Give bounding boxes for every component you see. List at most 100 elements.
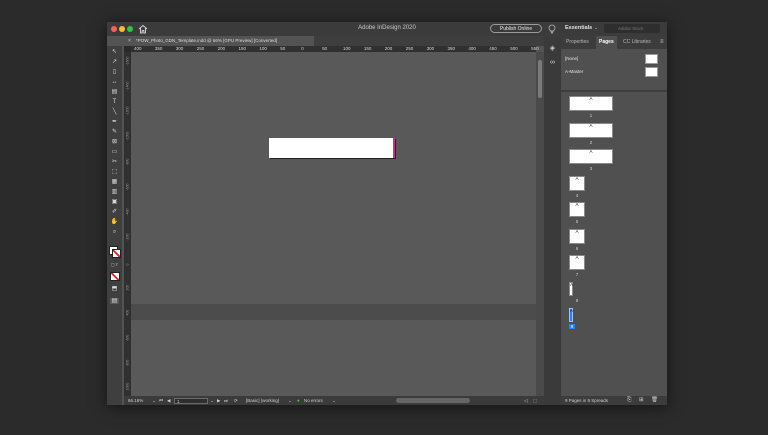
screen-mode-icon[interactable]: ⬒ — [110, 286, 119, 292]
preflight-profile[interactable]: [Basic] (working) — [246, 396, 279, 405]
pen-tool-icon[interactable]: ✒ — [110, 119, 119, 125]
indesign-window: Adobe InDesign 2020 Publish Online Essen… — [107, 22, 667, 405]
line-tool-icon[interactable]: ╲ — [110, 109, 119, 115]
type-tool-icon[interactable]: T — [110, 99, 119, 105]
ruler-tick-label: 0 — [125, 263, 130, 266]
page-thumbnail[interactable]: A — [569, 175, 585, 191]
chevron-down-icon[interactable]: ⌄ — [332, 396, 336, 405]
previous-page-icon[interactable]: ◀ — [167, 396, 170, 405]
page-thumbnail[interactable]: A — [569, 202, 585, 217]
selection-tool-icon[interactable]: ↖ — [110, 49, 119, 55]
free-transform-tool-icon[interactable]: ⬚ — [110, 169, 119, 175]
close-icon[interactable]: × — [128, 36, 131, 46]
master-a[interactable]: A-Master — [561, 66, 667, 78]
page-master-letter: A — [575, 228, 579, 234]
tab-properties[interactable]: Properties — [563, 36, 592, 49]
page-thumbnail[interactable]: A — [569, 149, 613, 164]
hand-tool-icon[interactable]: ✋ — [110, 219, 119, 225]
ruler-tick-label: -800 — [125, 158, 130, 166]
stroke-swatch[interactable] — [112, 249, 121, 258]
preflight-ok-icon: ● — [297, 398, 300, 403]
page-1[interactable] — [269, 138, 395, 158]
zoom-level[interactable]: 66.16% — [128, 396, 143, 405]
master-none[interactable]: [None] — [561, 53, 667, 65]
master-a-thumb[interactable] — [645, 67, 658, 77]
panel-dock: ◈ ∞ — [544, 36, 561, 405]
page-number-label: 6 — [575, 245, 579, 251]
gap-tool-icon[interactable]: ↔ — [110, 79, 119, 85]
ruler-tick-label: 800 — [125, 359, 130, 366]
fill-stroke-swatch[interactable] — [109, 246, 121, 258]
horizontal-scrollbar[interactable] — [396, 398, 470, 403]
gradient-swatch-tool-icon[interactable]: ▦ — [110, 179, 119, 185]
vertical-scroll-thumb[interactable] — [538, 60, 542, 98]
ruler-tick-label: -1400 — [125, 81, 130, 91]
note-tool-icon[interactable]: ▣ — [110, 199, 119, 205]
direct-selection-tool-icon[interactable]: ↗ — [110, 59, 119, 65]
ruler-tick-label: -600 — [125, 183, 130, 191]
page-master-letter: A — [575, 202, 579, 207]
document-tab-title: *POW_Photo_GDN_Template.indd @ 66% [GPU … — [136, 38, 278, 43]
chevron-down-icon[interactable]: ⌄ — [210, 396, 214, 405]
next-page-icon[interactable]: ▶ — [217, 396, 220, 405]
formatting-container-icon[interactable]: ▢ T — [110, 262, 119, 268]
new-page-icon[interactable]: ⊞ — [639, 396, 644, 405]
tab-cc-libraries[interactable]: CC Libraries — [620, 36, 654, 49]
page-thumbnail[interactable]: A — [569, 281, 573, 296]
page-number-label: 4 — [575, 192, 579, 198]
master-none-thumb[interactable] — [645, 54, 658, 64]
document-tab-bar: × *POW_Photo_GDN_Template.indd @ 66% [GP… — [124, 36, 544, 46]
panel-divider[interactable] — [561, 90, 667, 92]
page-number-label: 7 — [575, 272, 579, 277]
page-size-icon[interactable]: ⎘ — [627, 396, 631, 405]
apply-none-icon[interactable] — [110, 272, 120, 281]
layers-icon[interactable]: ◈ — [548, 44, 557, 53]
zoom-tool-icon[interactable]: ⌕ — [110, 229, 119, 235]
lightbulb-icon[interactable] — [548, 24, 556, 34]
chevron-down-icon[interactable]: ⌄ — [288, 396, 292, 405]
ruler-tick-label: -1000 — [125, 131, 130, 141]
preflight-status[interactable]: No errors — [304, 396, 323, 405]
workspace-switcher[interactable]: Essentials — [565, 25, 592, 31]
last-page-icon[interactable]: ⏭ — [224, 396, 228, 405]
content-collector-icon[interactable]: ▤ — [110, 89, 119, 95]
vertical-ruler[interactable]: -1600 -1400 -1200 -1000 -800 -600 -400 -200 0 200… — [124, 52, 131, 398]
first-page-icon[interactable]: ⏮ — [159, 396, 163, 405]
page-master-letter: A — [575, 175, 579, 181]
page-thumbnail[interactable]: A — [569, 228, 585, 244]
rectangle-tool-icon[interactable]: ▭ — [110, 149, 119, 155]
eyedropper-tool-icon[interactable]: ✐ — [110, 209, 119, 215]
panel-menu-icon[interactable]: ≡ — [660, 36, 664, 49]
trash-icon[interactable]: 🗑 — [651, 396, 658, 405]
pencil-tool-icon[interactable]: ✎ — [110, 129, 119, 135]
tab-pages[interactable]: Pages — [596, 36, 617, 49]
page-thumbnail[interactable]: A — [569, 308, 573, 322]
ruler-tick-label: 1000 — [125, 382, 130, 391]
chevron-down-icon[interactable]: ⌄ — [152, 396, 156, 405]
publish-online-button[interactable]: Publish Online — [490, 24, 542, 33]
page-number-label: 3 — [589, 166, 593, 171]
scroll-left-icon[interactable]: ◁ — [524, 396, 527, 405]
page-thumbnail[interactable]: A — [569, 255, 585, 270]
page-number-field[interactable]: 1 — [174, 397, 208, 404]
frame-icon[interactable]: ⬚ — [533, 396, 537, 405]
rotate-icon[interactable]: ⟳ — [234, 396, 238, 405]
chevron-down-icon[interactable]: ⌄ — [594, 25, 598, 31]
page-master-letter: A — [589, 122, 593, 128]
page-tool-icon[interactable]: ▯ — [110, 69, 119, 75]
document-canvas[interactable] — [131, 52, 536, 398]
scissors-tool-icon[interactable]: ✂ — [110, 159, 119, 165]
ruler-tick-label: -1600 — [125, 56, 130, 66]
document-tab[interactable]: × *POW_Photo_GDN_Template.indd @ 66% [GP… — [124, 36, 314, 46]
page-thumbnail[interactable]: A — [569, 122, 613, 138]
adobe-stock-search-input[interactable] — [604, 24, 660, 33]
page-thumbnail[interactable]: A — [569, 96, 613, 111]
panel-tabs: Properties Pages CC Libraries ≡ — [561, 36, 667, 49]
page-number-label: 1 — [589, 113, 593, 118]
vertical-scrollbar[interactable] — [536, 52, 544, 398]
tools-panel: ▢ T ⬒ ▤ ↖ ↗ ▯ ↔ ▤ T ╲ ✒ ✎ ⊠ ▭ ✂ ⬚ ▦ ▥ ▣ ✐ ✋ ⌕ — [107, 46, 122, 405]
gradient-feather-tool-icon[interactable]: ▥ — [110, 189, 119, 195]
rectangle-frame-tool-icon[interactable]: ⊠ — [110, 139, 119, 145]
view-options-icon[interactable]: ▤ — [110, 298, 119, 304]
links-icon[interactable]: ∞ — [548, 58, 557, 67]
